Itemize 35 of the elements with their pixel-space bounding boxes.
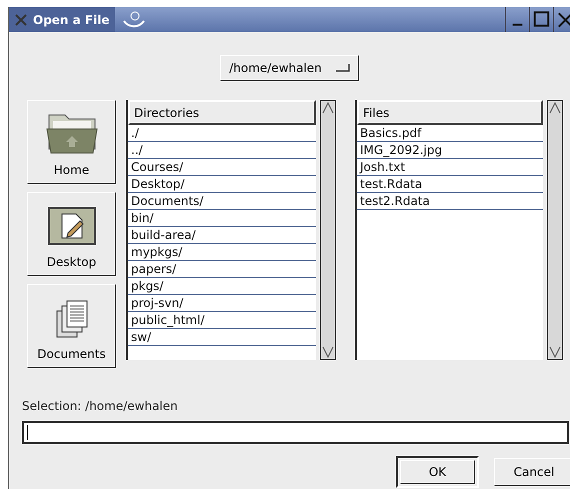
shortcut-button[interactable]: Desktop xyxy=(27,192,116,276)
file-item[interactable]: Basics.pdf xyxy=(357,125,543,142)
directory-item[interactable]: Documents/ xyxy=(128,193,316,210)
directory-item[interactable]: build-area/ xyxy=(128,227,316,244)
directory-item[interactable]: Desktop/ xyxy=(128,176,316,193)
close-icon[interactable] xyxy=(553,7,570,32)
dialog-button[interactable]: Cancel xyxy=(492,456,570,488)
shortcut-button[interactable]: Home xyxy=(27,100,116,184)
dropdown-indicator-icon xyxy=(336,64,350,72)
directories-header[interactable]: Directories xyxy=(128,100,316,125)
window-title: Open a File xyxy=(33,12,110,28)
directory-item[interactable]: bin/ xyxy=(128,210,316,227)
directory-item[interactable]: ../ xyxy=(128,142,316,159)
scrollbar[interactable] xyxy=(320,100,336,360)
directory-item[interactable]: papers/ xyxy=(128,261,316,278)
directory-item[interactable]: mypkgs/ xyxy=(128,244,316,261)
directory-item[interactable]: Courses/ xyxy=(128,159,316,176)
selection-label: Selection: /home/ewhalen xyxy=(22,399,178,413)
directory-item[interactable]: ./ xyxy=(128,125,316,142)
file-item[interactable]: Josh.txt xyxy=(357,159,543,176)
desktop-note-icon xyxy=(46,205,98,247)
directory-item[interactable]: sw/ xyxy=(128,329,316,346)
directory-item[interactable]: pkgs/ xyxy=(128,278,316,295)
directory-item[interactable]: public_html/ xyxy=(128,312,316,329)
directory-item[interactable]: proj-svn/ xyxy=(128,295,316,312)
documents-stack-icon xyxy=(54,299,88,339)
scrollbar[interactable] xyxy=(547,100,563,360)
file-item[interactable]: test2.Rdata xyxy=(357,193,543,210)
file-item[interactable]: IMG_2092.jpg xyxy=(357,142,543,159)
file-item[interactable]: test.Rdata xyxy=(357,176,543,193)
path-dropdown[interactable]: /home/ewhalen xyxy=(220,55,359,81)
shortcut-button[interactable]: Documents xyxy=(27,284,116,368)
files-header[interactable]: Files xyxy=(357,100,543,125)
selection-input-field[interactable] xyxy=(22,421,569,444)
dialog-button[interactable]: OK xyxy=(396,456,479,488)
